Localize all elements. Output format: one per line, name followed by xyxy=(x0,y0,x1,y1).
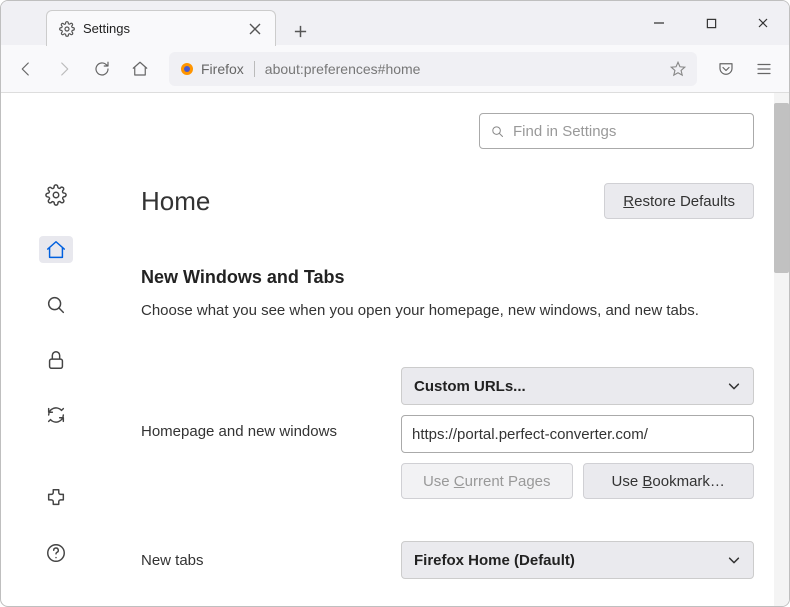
forward-button[interactable] xyxy=(47,52,81,86)
newtabs-select[interactable]: Firefox Home (Default) xyxy=(401,541,754,579)
sidebar-extensions[interactable] xyxy=(39,485,73,512)
search-placeholder: Find in Settings xyxy=(513,123,616,140)
newtabs-select-value: Firefox Home (Default) xyxy=(414,552,575,569)
chevron-down-icon xyxy=(727,553,741,567)
title-bar: Settings xyxy=(1,1,789,45)
url-text: about:preferences#home xyxy=(265,61,659,77)
window-controls xyxy=(633,1,789,45)
homepage-label: Homepage and new windows xyxy=(141,367,381,440)
newtabs-label: New tabs xyxy=(141,552,381,569)
use-current-pages-button[interactable]: Use Current Pages xyxy=(401,463,573,499)
settings-search[interactable]: Find in Settings xyxy=(479,113,754,149)
search-icon xyxy=(490,124,505,139)
browser-tab[interactable]: Settings xyxy=(46,10,276,46)
maximize-button[interactable] xyxy=(685,1,737,45)
sidebar-help[interactable] xyxy=(39,540,73,567)
scrollbar[interactable] xyxy=(774,93,789,606)
pocket-button[interactable] xyxy=(709,52,743,86)
homepage-url-value: https://portal.perfect-converter.com/ xyxy=(412,426,648,443)
back-button[interactable] xyxy=(9,52,43,86)
settings-sidebar xyxy=(1,93,111,606)
sidebar-home[interactable] xyxy=(39,236,73,263)
chevron-down-icon xyxy=(727,379,741,393)
content: Find in Settings Home Restore Defaults N… xyxy=(1,93,789,606)
reload-button[interactable] xyxy=(85,52,119,86)
sidebar-sync[interactable] xyxy=(39,402,73,429)
tab-title: Settings xyxy=(83,21,239,36)
settings-main: Find in Settings Home Restore Defaults N… xyxy=(111,93,789,606)
close-icon[interactable] xyxy=(247,21,263,37)
sidebar-general[interactable] xyxy=(39,181,73,208)
section-subtitle: Choose what you see when you open your h… xyxy=(141,302,754,319)
restore-defaults-button[interactable]: Restore Defaults xyxy=(604,183,754,219)
sidebar-search[interactable] xyxy=(39,291,73,318)
tab-strip: Settings xyxy=(1,1,314,45)
sidebar-privacy[interactable] xyxy=(39,346,73,373)
homepage-select[interactable]: Custom URLs... xyxy=(401,367,754,405)
minimize-button[interactable] xyxy=(633,1,685,45)
close-button[interactable] xyxy=(737,1,789,45)
new-tab-button[interactable] xyxy=(286,17,314,45)
gear-icon xyxy=(59,21,75,37)
bookmark-star-icon[interactable] xyxy=(669,60,687,78)
home-button[interactable] xyxy=(123,52,157,86)
toolbar: Firefox about:preferences#home xyxy=(1,45,789,93)
url-identity: Firefox xyxy=(179,61,255,77)
page-title: Home xyxy=(141,186,210,217)
menu-button[interactable] xyxy=(747,52,781,86)
section-title: New Windows and Tabs xyxy=(141,267,754,288)
url-bar[interactable]: Firefox about:preferences#home xyxy=(169,52,697,86)
scroll-thumb[interactable] xyxy=(774,103,789,273)
url-identity-label: Firefox xyxy=(201,61,244,77)
use-bookmark-button[interactable]: Use Bookmark… xyxy=(583,463,755,499)
homepage-select-value: Custom URLs... xyxy=(414,378,526,395)
homepage-url-input[interactable]: https://portal.perfect-converter.com/ xyxy=(401,415,754,453)
